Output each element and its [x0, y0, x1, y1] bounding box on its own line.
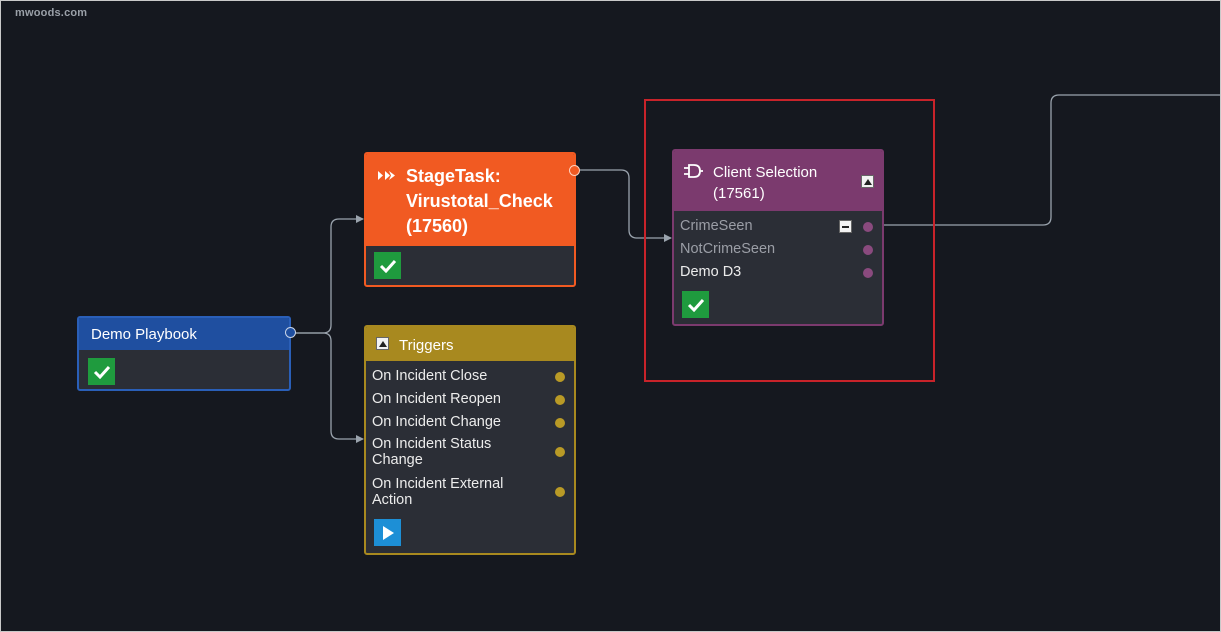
client-selection-id: (17561) [713, 185, 765, 202]
play-icon[interactable] [374, 519, 401, 546]
trigger-item[interactable]: On Incident Close [366, 367, 574, 387]
output-port[interactable] [863, 245, 873, 255]
stagetask-header[interactable]: StageTask: Virustotal_Check (17560) [366, 154, 574, 246]
playbook-node[interactable]: Demo Playbook [77, 316, 291, 391]
edge-playbook-to-stagetask [295, 215, 364, 334]
output-row-demo-d3[interactable]: Demo D3 [674, 263, 882, 283]
trigger-output-port[interactable] [555, 395, 565, 405]
triggers-title: Triggers [399, 337, 454, 354]
output-port[interactable] [863, 222, 873, 232]
trigger-output-port[interactable] [555, 418, 565, 428]
playbook-title: Demo Playbook [91, 326, 197, 343]
playbook-output-port[interactable] [285, 327, 296, 338]
trigger-output-port[interactable] [555, 372, 565, 382]
client-selection-title: Client Selection [713, 164, 818, 181]
client-selection-header[interactable]: Client Selection (17561) [674, 151, 882, 211]
stagetask-output-port[interactable] [569, 165, 580, 176]
check-icon [88, 358, 115, 385]
trigger-output-port[interactable] [555, 447, 565, 457]
edge-playbook-to-triggers [295, 332, 364, 443]
trigger-item[interactable]: On Incident Reopen [366, 390, 574, 410]
trigger-item[interactable]: On Incident Status Change [366, 435, 574, 471]
output-port[interactable] [863, 268, 873, 278]
caret-up-icon[interactable] [861, 175, 874, 188]
trigger-item[interactable]: On Incident Change [366, 413, 574, 433]
chevron-double-right-icon [377, 168, 397, 186]
trigger-item[interactable]: On Incident External Action [366, 475, 574, 511]
plug-icon [683, 164, 703, 183]
check-icon [374, 252, 401, 279]
check-icon [682, 291, 709, 318]
playbook-canvas[interactable]: mwoods.com Demo Playbook StageTask: Viru… [0, 0, 1221, 632]
caret-up-icon[interactable] [376, 337, 389, 350]
output-row-notcrimeseen[interactable]: NotCrimeSeen [674, 240, 882, 260]
stagetask-node[interactable]: StageTask: Virustotal_Check (17560) [364, 152, 576, 287]
triggers-node[interactable]: Triggers On Incident Close On Incident R… [364, 325, 576, 555]
stagetask-title-line2: Virustotal_Check [406, 191, 553, 211]
stagetask-title-line1: StageTask: [406, 166, 501, 186]
output-row-crimeseen[interactable]: CrimeSeen [674, 217, 882, 237]
triggers-header[interactable]: Triggers [366, 327, 574, 361]
stagetask-title-line3: (17560) [406, 216, 469, 236]
client-selection-node[interactable]: Client Selection (17561) CrimeSeen NotCr… [672, 149, 884, 326]
playbook-header[interactable]: Demo Playbook [79, 318, 289, 350]
minus-icon[interactable] [839, 220, 852, 233]
trigger-output-port[interactable] [555, 487, 565, 497]
